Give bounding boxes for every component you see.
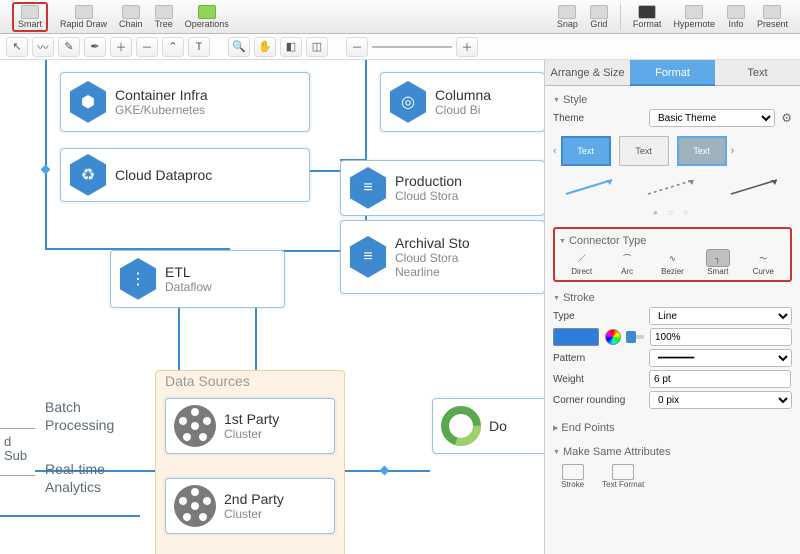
stroke-type-label: Type [553, 311, 643, 322]
tool-rapid-draw[interactable]: Rapid Draw [60, 5, 107, 29]
tool-smart[interactable]: Smart [12, 2, 48, 32]
zoom-tool[interactable]: 🔍 [228, 37, 250, 57]
eyedropper-tool[interactable]: ✎ [58, 37, 80, 57]
tool-format[interactable]: Format [633, 5, 662, 29]
inspector-sidebar: Arrange & Size Format Text Style Theme B… [545, 60, 800, 554]
stroke-opacity-input[interactable] [650, 328, 792, 346]
cursor-tool[interactable]: ↖ [6, 37, 28, 57]
gear-icon[interactable]: ⚙ [781, 111, 792, 125]
theme-label: Theme [553, 113, 643, 124]
curve-tool[interactable]: 〰 [32, 37, 54, 57]
shape-tool[interactable]: ◫ [306, 37, 328, 57]
tool-present[interactable]: Present [757, 5, 788, 29]
arrow-style-2[interactable] [644, 176, 700, 198]
corner-rounding-select[interactable]: 0 pix [649, 391, 792, 409]
tool-strip: ↖ 〰 ✎ ✒ ＋ － ⌃ T 🔍 ✋ ◧ ◫ － ＋ [0, 34, 800, 60]
cluster-icon [174, 485, 216, 527]
connector-arc[interactable]: ⌒Arc [615, 249, 639, 276]
arrow-style-1[interactable] [562, 176, 618, 198]
corner-rounding-label: Corner rounding [553, 395, 643, 406]
main-toolbar: Smart Rapid Draw Chain Tree Operations S… [0, 0, 800, 34]
node-container-infra[interactable]: ⬢ Container InfraGKE/Kubernetes [60, 72, 310, 132]
zoom-slider[interactable] [372, 46, 452, 48]
tab-text[interactable]: Text [715, 60, 800, 86]
make-same-stroke[interactable]: Stroke [561, 464, 584, 489]
theme-select[interactable]: Basic Theme [649, 109, 775, 127]
node-etl[interactable]: ⋮ ETLDataflow [110, 250, 285, 308]
chevron-right-icon[interactable]: › [731, 145, 735, 157]
theme-swatch-2[interactable]: Text [619, 136, 669, 166]
tool-info[interactable]: Info [727, 5, 745, 29]
zoom-out[interactable]: － [346, 37, 368, 57]
text-tool[interactable]: T [188, 37, 210, 57]
connector-smart[interactable]: ┐Smart [706, 249, 730, 276]
page-dots: ● ○ ○ [553, 208, 792, 217]
pen-tool[interactable]: ✒ [84, 37, 106, 57]
tab-format[interactable]: Format [630, 60, 715, 86]
add-anchor-tool[interactable]: ＋ [110, 37, 132, 57]
bigquery-icon: ◎ [389, 80, 427, 124]
node-columnar[interactable]: ◎ ColumnaCloud Bi [380, 72, 545, 132]
weight-label: Weight [553, 374, 643, 385]
remove-anchor-tool[interactable]: － [136, 37, 158, 57]
node-do[interactable]: Do [432, 398, 545, 454]
tool-chain[interactable]: Chain [119, 5, 143, 29]
node-2nd-party-cluster[interactable]: 2nd PartyCluster [165, 478, 335, 534]
color-picker-icon[interactable] [605, 329, 621, 345]
zoom-in[interactable]: ＋ [456, 37, 478, 57]
theme-swatch-1[interactable]: Text [561, 136, 611, 166]
tab-arrange-size[interactable]: Arrange & Size [545, 60, 630, 86]
connector-curve[interactable]: 〜Curve [751, 249, 775, 276]
swirl-icon [441, 406, 481, 446]
node-sub[interactable]: d Sub [0, 428, 35, 476]
inspector-tabs: Arrange & Size Format Text [545, 60, 800, 86]
dataflow-icon: ⋮ [119, 257, 157, 301]
pattern-select[interactable]: ━━━━━━ [649, 349, 792, 367]
section-style[interactable]: Style [553, 94, 792, 106]
storage-icon: ≡ [349, 235, 387, 279]
diagram-canvas[interactable]: ⬢ Container InfraGKE/Kubernetes ◎ Column… [0, 60, 545, 554]
tool-grid[interactable]: Grid [590, 5, 608, 29]
theme-swatch-3[interactable]: Text [677, 136, 727, 166]
section-stroke[interactable]: Stroke [553, 292, 792, 304]
pattern-label: Pattern [553, 353, 643, 364]
crop-tool[interactable]: ◧ [280, 37, 302, 57]
node-dataproc[interactable]: ♻ Cloud Dataproc [60, 148, 310, 202]
section-end-points[interactable]: End Points [553, 422, 792, 434]
connector-bezier[interactable]: ∿Bezier [660, 249, 684, 276]
arrow-style-3[interactable] [727, 176, 783, 198]
node-1st-party-cluster[interactable]: 1st PartyCluster [165, 398, 335, 454]
label-batch-processing: Batch Processing [45, 398, 135, 434]
section-make-same[interactable]: Make Same Attributes [553, 446, 792, 458]
weight-input[interactable] [649, 370, 791, 388]
stroke-color-swatch[interactable] [553, 328, 599, 346]
stroke-opacity-slider[interactable] [627, 335, 644, 339]
section-connector-type[interactable]: Connector Type [559, 235, 786, 247]
gke-icon: ⬢ [69, 80, 107, 124]
label-realtime-analytics: Real-time Analytics [45, 460, 135, 496]
make-same-text-format[interactable]: Text Format [602, 464, 644, 489]
node-archival[interactable]: ≡ Archival StoCloud StoraNearline [340, 220, 545, 294]
hand-tool[interactable]: ✋ [254, 37, 276, 57]
convert-anchor-tool[interactable]: ⌃ [162, 37, 184, 57]
connector-direct[interactable]: ／Direct [570, 249, 594, 276]
storage-icon: ≡ [349, 166, 387, 210]
tool-snap[interactable]: Snap [557, 5, 578, 29]
cluster-icon [174, 405, 216, 447]
tool-hypernote[interactable]: Hypernote [673, 5, 715, 29]
group-data-sources-label: Data Sources [165, 373, 250, 389]
dataproc-icon: ♻ [69, 153, 107, 197]
node-production[interactable]: ≡ ProductionCloud Stora [340, 160, 545, 216]
tool-tree[interactable]: Tree [155, 5, 173, 29]
chevron-left-icon[interactable]: ‹ [553, 145, 557, 157]
stroke-type-select[interactable]: Line [649, 307, 792, 325]
tool-operations[interactable]: Operations [185, 5, 229, 29]
